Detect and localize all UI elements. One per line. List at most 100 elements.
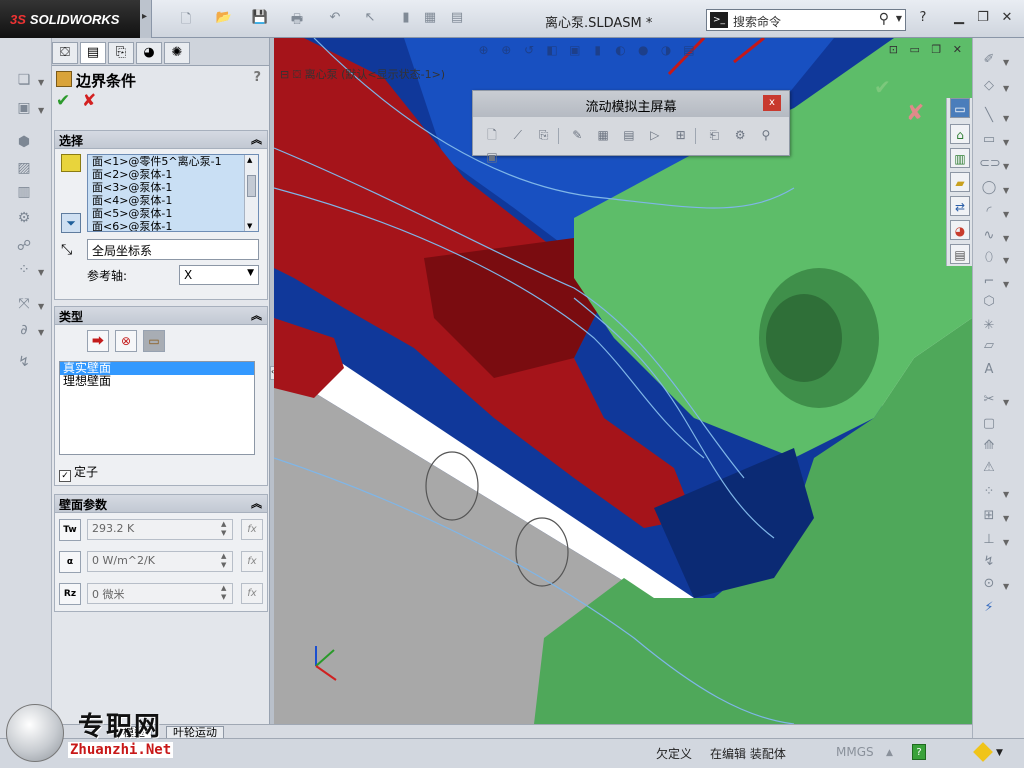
flow-panel-title[interactable]: 流动模拟主屏幕 [473, 91, 789, 117]
wall-parameters-title[interactable]: 壁面参数 ︽ [55, 495, 267, 513]
section-view-icon[interactable]: ◧ [542, 43, 561, 57]
plane-icon[interactable]: ▱ [979, 338, 999, 358]
minimize-button[interactable]: ▁ [950, 10, 968, 28]
roughness-input[interactable]: 0 微米 [87, 583, 233, 604]
tree-root-label[interactable]: 离心泵 (默认<显示状态-1>) [305, 68, 445, 81]
undo-icon[interactable]: ↶ [325, 10, 345, 28]
chevron-down-icon[interactable]: ▼ [1003, 138, 1009, 147]
zoom-area-icon[interactable]: ⊕ [497, 43, 516, 57]
scroll-up-icon[interactable]: ▲ [247, 156, 252, 164]
new-project-icon[interactable]: 🗋 [481, 124, 503, 146]
collapse-icon[interactable]: ︽ [251, 131, 262, 147]
rectangle-icon[interactable]: ▭ [979, 132, 999, 152]
reference-geometry-icon[interactable]: ⤧ [14, 296, 34, 316]
feature-tree-flyout[interactable]: ⊟ ⛋ 离心泵 (默认<显示状态-1>) [280, 66, 445, 82]
wall-icon[interactable]: ▭ [143, 330, 165, 352]
chevron-down-icon[interactable]: ▼ [1003, 234, 1009, 243]
chevron-down-icon[interactable]: ▼ [1003, 514, 1009, 523]
chevron-down-icon[interactable]: ▼ [996, 748, 1003, 758]
curves-icon[interactable]: ∂ [14, 322, 34, 342]
text-icon[interactable]: A [979, 362, 999, 382]
pressure-opening-icon[interactable]: ⊗ [115, 330, 137, 352]
unit-system[interactable]: MMGS [836, 745, 874, 759]
viewport-restore-icon[interactable]: ❐ [931, 43, 941, 56]
instant-3d-icon[interactable]: ↯ [14, 354, 34, 374]
wizard-icon[interactable]: ⟋ [507, 124, 529, 146]
selection-group-title[interactable]: 选择 ︽ [55, 131, 267, 149]
smart-fasteners-icon[interactable]: ⚙ [14, 210, 34, 230]
polygon-icon[interactable]: ⬡ [979, 294, 999, 314]
list-item[interactable]: 理想壁面 [60, 375, 254, 388]
point-icon[interactable]: ✳ [979, 318, 999, 338]
checkbox-checked-icon[interactable]: ✓ [59, 470, 71, 482]
chevron-down-icon[interactable]: ▼ [247, 268, 254, 278]
zoom-to-fit-icon[interactable]: ⊕ [474, 43, 493, 57]
explode-icon[interactable]: ☍ [14, 238, 34, 258]
circle-icon[interactable]: ◯ [979, 180, 999, 200]
tree-expand-icon[interactable]: ⊟ [280, 68, 289, 81]
rebuild-icon[interactable]: ▮ [396, 10, 416, 28]
chevron-down-icon[interactable]: ▼ [1003, 210, 1009, 219]
chevron-down-icon[interactable]: ▼ [1003, 256, 1009, 265]
linear-pattern-icon[interactable]: ▥ [14, 184, 34, 204]
type-group-title[interactable]: 类型 ︽ [55, 307, 267, 325]
chevron-down-icon[interactable]: ▼ [896, 14, 902, 23]
help-icon[interactable]: ? [253, 70, 261, 85]
search-icon[interactable]: ⚲ [879, 11, 889, 27]
search-commands-input[interactable]: >_ 搜索命令 ⚲ ▼ [706, 9, 906, 31]
collapse-icon[interactable]: ︽ [251, 307, 262, 323]
previous-view-icon[interactable]: ↺ [520, 43, 539, 57]
chevron-down-icon[interactable]: ▼ [1003, 538, 1009, 547]
smart-dimension-icon[interactable]: ◇ [979, 78, 999, 98]
file-explorer-icon[interactable]: ▰ [950, 172, 970, 192]
insert-component-icon[interactable]: ❏ [14, 72, 34, 92]
mirror-icon[interactable]: ⚠ [979, 460, 999, 480]
hide-show-icon[interactable]: ▨ [14, 160, 34, 180]
scroll-thumb[interactable] [247, 175, 256, 197]
tag-icon[interactable] [973, 742, 993, 762]
help-icon[interactable]: ? [914, 10, 932, 28]
repair-sketch-icon[interactable]: ↯ [979, 554, 999, 574]
wall-type-list[interactable]: 真实壁面 理想壁面 [59, 361, 255, 455]
list-item[interactable]: 面<2>@泵体-1 [88, 168, 258, 181]
chevron-down-icon[interactable]: ▼ [1003, 280, 1009, 289]
flow-simulation-panel[interactable]: 流动模拟主屏幕 x 🗋 ⟋ ⎘ ✎ ▦ ▤ ▷ ⊞ ⎗ ⚙ ⚲ ▣ [472, 90, 790, 164]
close-button[interactable]: ✕ [998, 10, 1016, 28]
viewport-minimize-icon[interactable]: ▭ [910, 43, 920, 56]
chevron-down-icon[interactable]: ▼ [38, 328, 44, 337]
ellipse-icon[interactable]: ⬯ [979, 250, 999, 270]
scroll-down-icon[interactable]: ▼ [247, 222, 252, 230]
chevron-down-icon[interactable]: ▼ [1003, 186, 1009, 195]
apply-scene-icon[interactable]: ◑ [657, 43, 676, 57]
tab-property-manager[interactable]: ▤ [80, 42, 106, 64]
solidworks-resources-icon[interactable]: ▭ [950, 98, 970, 118]
dependency-button[interactable]: fx [241, 583, 263, 604]
stator-checkbox[interactable]: ✓ 定子 [59, 463, 98, 482]
general-settings-icon[interactable]: ✎ [566, 124, 588, 146]
load-results-icon[interactable]: ⎗ [703, 124, 725, 146]
chevron-down-icon[interactable]: ▼ [1003, 84, 1009, 93]
list-item[interactable]: 面<1>@零件5^离心泵-1 [88, 155, 258, 168]
tab-flow-analysis[interactable]: ✺ [164, 42, 190, 64]
spinner-icon[interactable]: ▲ ▼ [221, 520, 226, 538]
fillet-icon[interactable]: ⌐ [979, 274, 999, 294]
chevron-down-icon[interactable]: ▼ [38, 106, 44, 115]
view-palette-icon[interactable]: ⇄ [950, 196, 970, 216]
inlet-outlet-icon[interactable]: ⮕ [87, 330, 109, 352]
save-icon[interactable]: 💾 [250, 10, 270, 28]
spinner-icon[interactable]: ▲ ▼ [221, 552, 226, 570]
cancel-button[interactable]: ✘ [82, 91, 96, 111]
restore-button[interactable]: ❐ [974, 10, 992, 28]
viewport-close-icon[interactable]: ✕ [953, 43, 962, 56]
bom-icon[interactable]: ⁘ [14, 262, 34, 282]
list-item[interactable]: 面<6>@泵体-1 [88, 220, 258, 231]
edit-appearance-icon[interactable]: ● [634, 43, 653, 57]
collapse-icon[interactable]: ︽ [251, 495, 262, 511]
reference-axis-select[interactable]: X ▼ [179, 265, 259, 285]
design-library-icon[interactable]: ▥ [950, 148, 970, 168]
chevron-down-icon[interactable]: ▼ [38, 302, 44, 311]
hide-show-items-icon[interactable]: ◐ [611, 43, 630, 57]
spinner-icon[interactable]: ▲ ▼ [221, 584, 226, 602]
filter-icon[interactable]: ⏷ [61, 213, 81, 233]
display-style-icon[interactable]: ▮ [588, 43, 607, 57]
